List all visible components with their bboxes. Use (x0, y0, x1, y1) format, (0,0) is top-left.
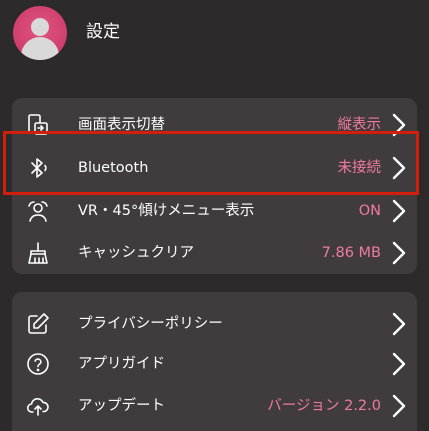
chevron-right-icon (391, 199, 407, 223)
settings-row-cache-clear[interactable]: キャッシュクリア 7.86 MB (12, 232, 417, 274)
page-title: 設定 (86, 22, 120, 42)
settings-row-update[interactable]: アップデート バージョン 2.2.0 (12, 385, 417, 427)
setting-label: キャッシュクリア (78, 245, 194, 261)
settings-row-vr-menu[interactable]: VR・45°傾けメニュー表示 ON (12, 190, 417, 232)
cloud-upload-icon (26, 394, 50, 418)
help-circle-icon (26, 352, 50, 376)
setting-label: アップデート (78, 398, 165, 414)
chevron-right-icon (391, 241, 407, 265)
settings-row-privacy-policy[interactable]: プライバシーポリシー (12, 303, 417, 345)
edit-icon (26, 312, 50, 336)
app-header: 設定 (0, 0, 429, 80)
setting-value: バージョン 2.2.0 (267, 398, 381, 414)
chevron-right-icon (391, 394, 407, 418)
broom-icon (26, 241, 50, 265)
setting-label: VR・45°傾けメニュー表示 (78, 203, 255, 219)
bluetooth-row-highlight (3, 131, 419, 195)
setting-value: ON (358, 203, 381, 219)
user-avatar-icon[interactable] (13, 6, 67, 60)
vr-user-icon (26, 199, 50, 223)
setting-value: 7.86 MB (321, 245, 381, 261)
chevron-right-icon (391, 352, 407, 376)
setting-label: アプリガイド (78, 356, 165, 372)
chevron-right-icon (391, 312, 407, 336)
setting-label: プライバシーポリシー (78, 316, 223, 332)
settings-row-app-guide[interactable]: アプリガイド (12, 343, 417, 385)
